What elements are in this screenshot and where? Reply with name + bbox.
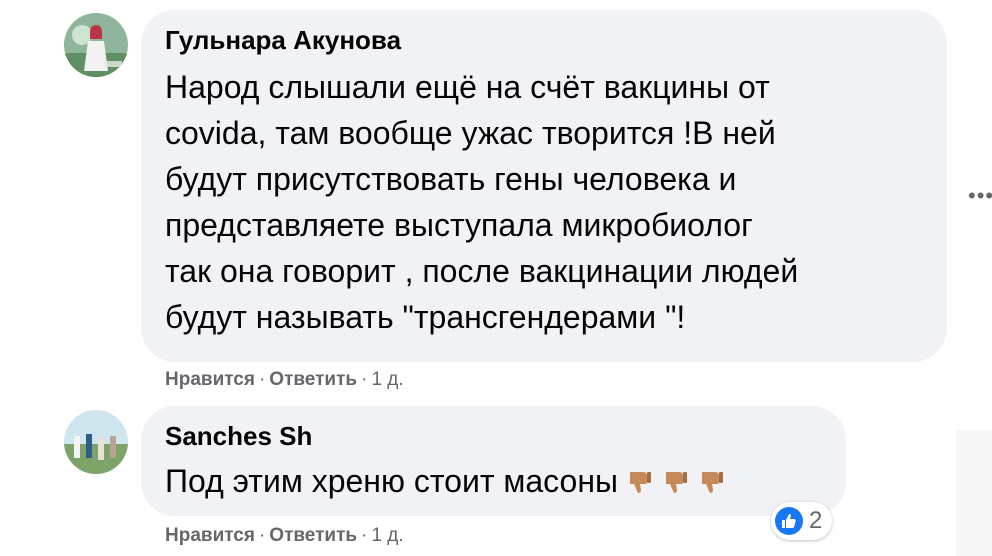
separator: · <box>361 369 368 390</box>
separator: · <box>258 525 266 546</box>
comment-text: Народ слышали ещё на счёт вакцины от cov… <box>165 69 799 335</box>
like-button[interactable]: Нравится <box>165 525 255 546</box>
comment-actions: Нравится · Ответить · 1 д. <box>165 525 404 547</box>
thumbs-up-icon <box>775 507 803 535</box>
timestamp[interactable]: 1 д. <box>371 525 403 546</box>
comment-actions: Нравится · Ответить · 1 д. <box>165 369 404 391</box>
separator: · <box>258 369 266 390</box>
comment-bubble: Sanches Sh Под этим хреню стоит масоны <box>141 406 846 516</box>
like-button[interactable]: Нравится <box>165 369 255 390</box>
separator: · <box>361 525 368 546</box>
thumbs-down-icon <box>698 462 726 508</box>
scrollbar[interactable] <box>956 430 992 556</box>
thumbs-down-icon <box>662 462 690 508</box>
timestamp[interactable]: 1 д. <box>371 369 403 390</box>
avatar[interactable] <box>64 13 128 77</box>
comment-author[interactable]: Гульнара Акунова <box>165 24 927 56</box>
avatar[interactable] <box>64 410 128 474</box>
reply-button[interactable]: Ответить <box>269 525 357 546</box>
comment-text-content: Под этим хреню стоит масоны <box>165 463 618 499</box>
reaction-count: 2 <box>809 507 823 534</box>
more-options-icon[interactable]: ••• <box>968 183 992 209</box>
reply-button[interactable]: Ответить <box>269 369 357 390</box>
thumbs-down-icon <box>626 462 654 508</box>
comment-author[interactable]: Sanches Sh <box>165 420 826 452</box>
reactions-summary[interactable]: 2 <box>771 502 833 540</box>
comment-text: Под этим хреню стоит масоны <box>165 458 826 508</box>
comment-bubble: Гульнара Акунова Народ слышали ещё на сч… <box>141 10 947 362</box>
